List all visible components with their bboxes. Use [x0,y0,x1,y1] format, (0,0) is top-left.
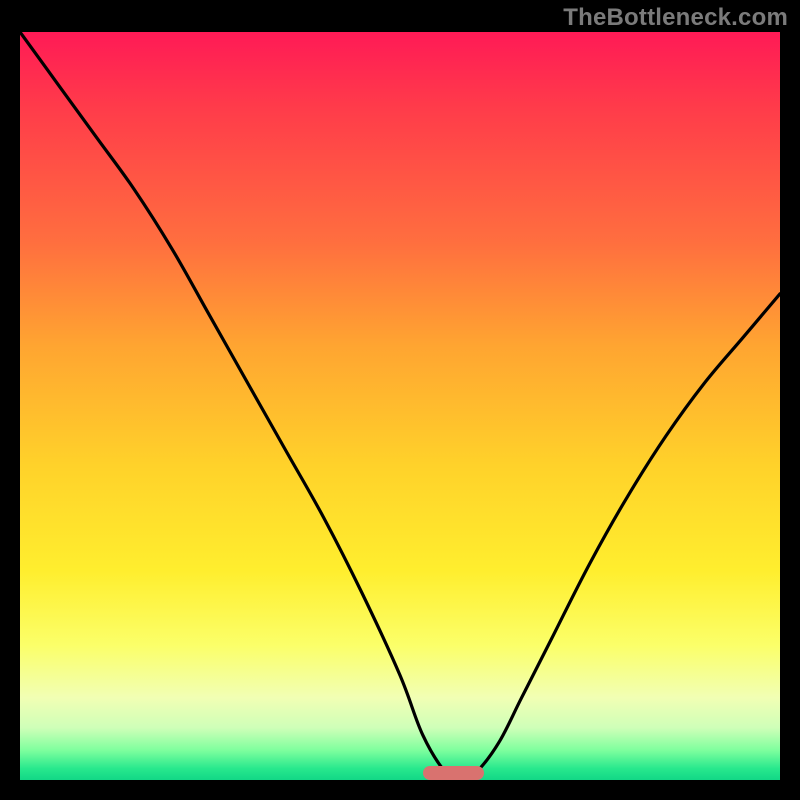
watermark-text: TheBottleneck.com [563,4,788,32]
optimal-marker [423,766,484,780]
curve-path [20,32,780,780]
plot-area [20,32,780,780]
bottleneck-curve [20,32,780,780]
chart-frame: TheBottleneck.com [0,0,800,800]
